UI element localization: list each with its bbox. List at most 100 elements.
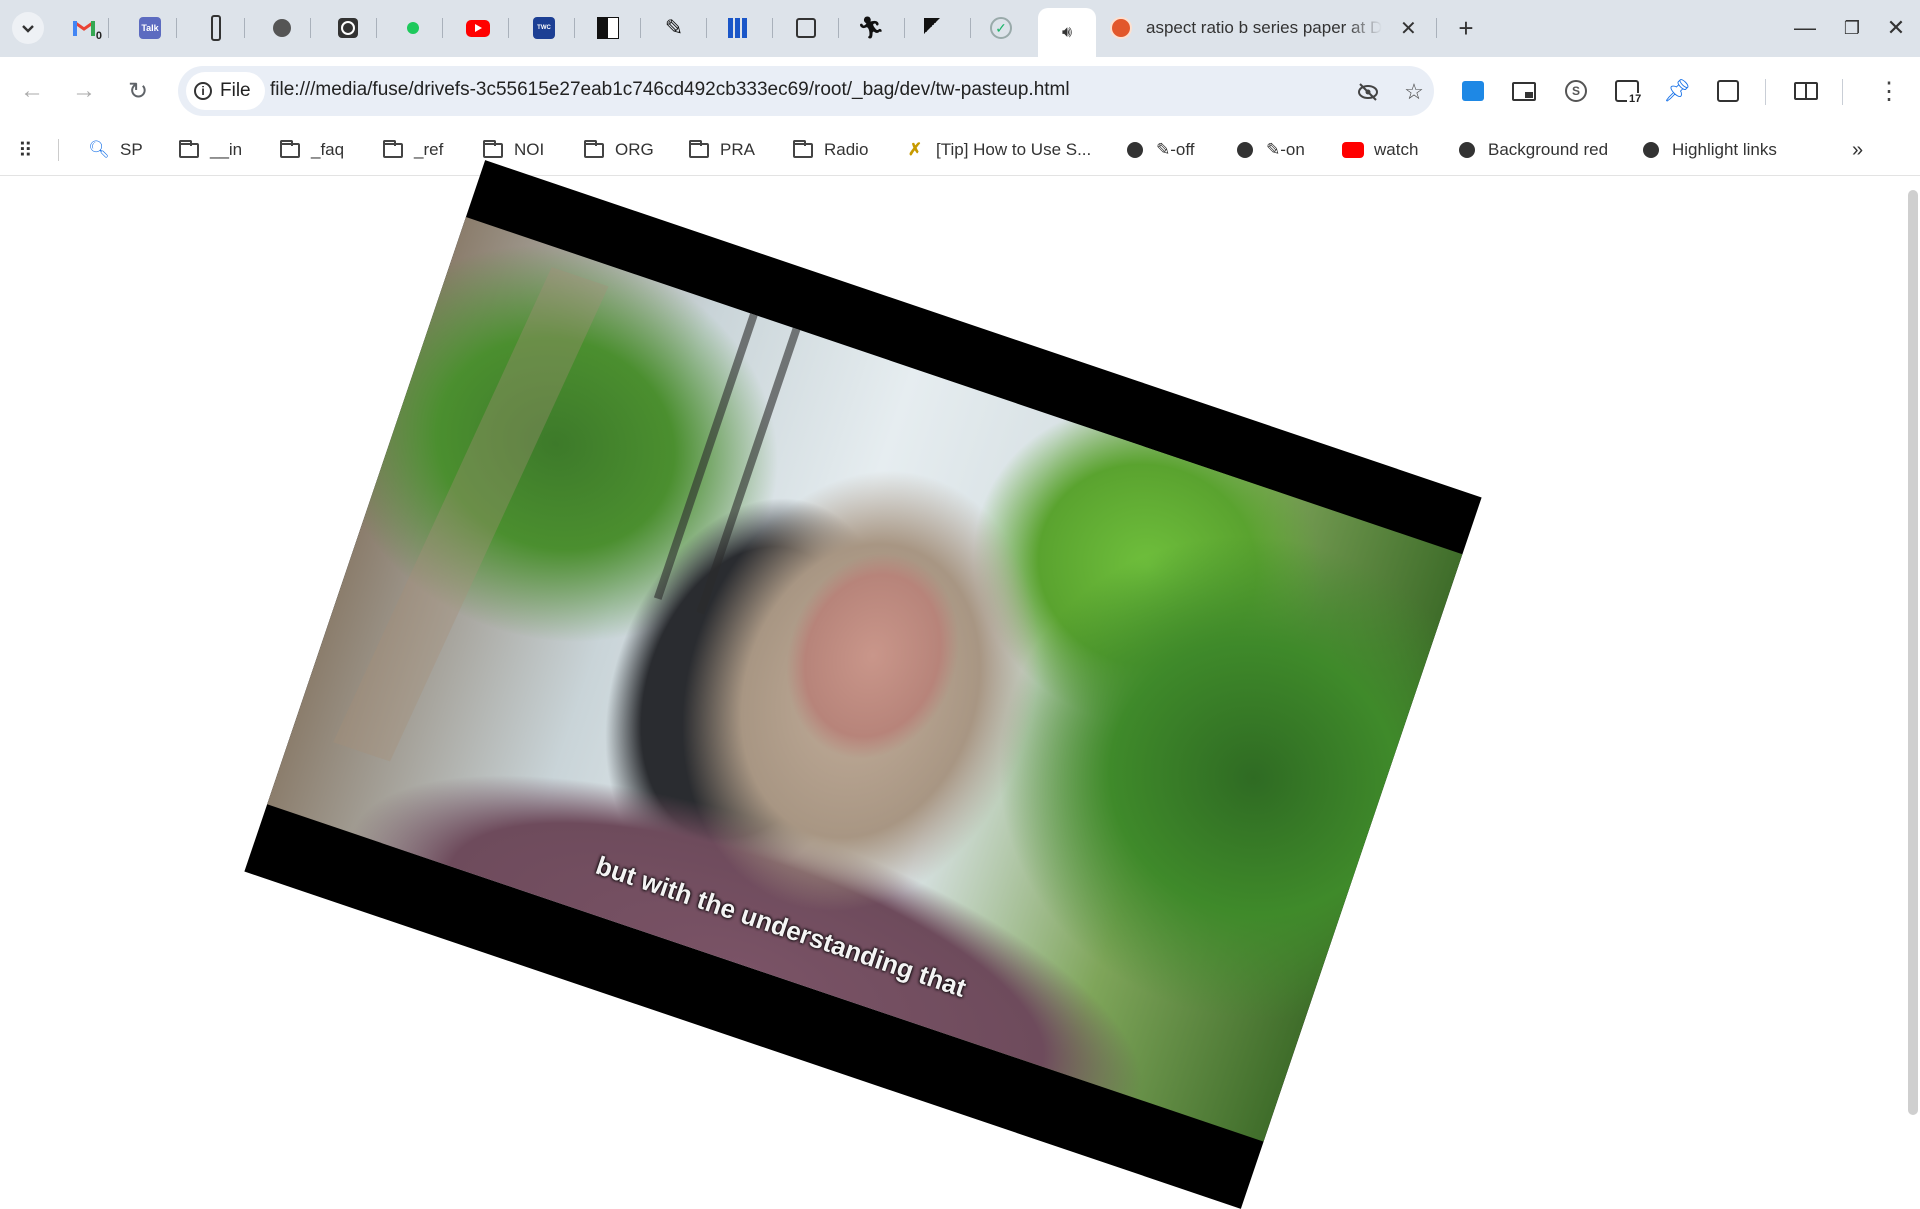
bookmark-label: _faq xyxy=(311,140,345,159)
pinned-tab-weather[interactable]: TWC xyxy=(524,12,564,44)
tab-active[interactable]: aspect ratio b series paper at Du ✕ xyxy=(1110,8,1435,48)
pinned-tab-pen[interactable]: ✎ xyxy=(654,12,694,44)
bookmark-folder-pra[interactable]: PRA xyxy=(688,135,755,165)
bookmark-folder-ref[interactable]: _ref xyxy=(382,135,443,165)
pinned-tab-green[interactable] xyxy=(393,12,433,44)
reload-button[interactable]: ↻ xyxy=(120,73,156,109)
bookmark-label: __in xyxy=(210,140,243,159)
bookmark-label: watch xyxy=(1374,140,1419,159)
video-window-frame xyxy=(653,313,758,600)
search-icon: 🔍︎ xyxy=(88,140,110,159)
pinned-tab-search-copy[interactable] xyxy=(786,12,826,44)
duckduckgo-icon xyxy=(1110,17,1132,39)
url-text[interactable]: file:///media/fuse/drivefs-3c55615e27eab… xyxy=(270,79,1070,101)
pin-extension-icon[interactable]: 📌︎ xyxy=(1661,75,1693,107)
close-window-button[interactable]: ✕ xyxy=(1876,10,1916,46)
tab-separator xyxy=(176,18,177,38)
extensions-puzzle-icon[interactable] xyxy=(1712,75,1744,107)
eye-slash-icon[interactable] xyxy=(1354,78,1382,106)
folder-icon xyxy=(688,139,710,159)
pinned-tab-youtube[interactable] xyxy=(458,12,498,44)
pinned-tab-runner[interactable]: 🏃︎ xyxy=(851,12,891,44)
gmail-icon: 0 xyxy=(72,18,102,42)
pinned-tab-check[interactable]: ✓ xyxy=(981,12,1021,44)
bookmark-label: SP xyxy=(120,140,143,159)
pinned-tab-checker[interactable] xyxy=(588,12,628,44)
reader-extension-icon[interactable] xyxy=(1457,75,1489,107)
weather-channel-icon: TWC xyxy=(533,17,555,39)
tab-separator xyxy=(838,18,839,38)
tab-separator xyxy=(108,18,109,38)
s-extension-icon[interactable]: S xyxy=(1560,75,1592,107)
address-bar[interactable]: i File file:///media/fuse/drivefs-3c5561… xyxy=(178,66,1434,116)
bookmark-folder-noi[interactable]: NOI xyxy=(482,135,544,165)
bookmarks-bar: ⠿ 🔍︎ SP __in _faq _ref NOI ORG PRA Radio … xyxy=(0,125,1920,176)
tab-separator xyxy=(310,18,311,38)
forward-arrow-icon: → xyxy=(72,77,96,104)
tab-separator xyxy=(442,18,443,38)
camera-icon xyxy=(338,18,358,38)
new-tab-button[interactable]: + xyxy=(1450,12,1482,44)
bookmark-pen-off[interactable]: ✎-off xyxy=(1124,135,1195,165)
bookmark-folder-in[interactable]: __in xyxy=(178,135,242,165)
tab-search-button[interactable] xyxy=(12,12,44,44)
vertical-scrollbar[interactable] xyxy=(1908,190,1918,1115)
bookmark-background-red[interactable]: Background red xyxy=(1456,135,1608,165)
tab-separator xyxy=(508,18,509,38)
menu-kebab-icon[interactable]: ⋮ xyxy=(1873,75,1905,107)
back-button[interactable]: ← xyxy=(14,73,50,109)
tab-separator xyxy=(706,18,707,38)
bookmark-label: ORG xyxy=(615,140,654,159)
bookmark-highlight-links[interactable]: Highlight links xyxy=(1640,135,1777,165)
pinned-tab-gmail[interactable]: 0 xyxy=(64,12,104,44)
toolbar-separator xyxy=(1842,79,1843,105)
apps-button[interactable]: ⠿ xyxy=(18,135,33,165)
bookmark-label: ✎-on xyxy=(1266,140,1305,159)
bookmarks-overflow-button[interactable]: » xyxy=(1852,135,1863,165)
video-window-frame xyxy=(696,327,801,615)
bookmark-folder-faq[interactable]: _faq xyxy=(279,135,344,165)
minimize-button[interactable]: — xyxy=(1785,10,1825,46)
tab-audio-playing[interactable]: 🔊︎ xyxy=(1038,8,1096,57)
pinned-tab-camera[interactable] xyxy=(328,12,368,44)
bookmark-label: [Tip] How to Use S... xyxy=(936,140,1092,159)
browser-toolbar: ← → ↻ i File file:///media/fuse/drivefs-… xyxy=(0,57,1920,125)
tab-separator xyxy=(970,18,971,38)
bookmark-label: Radio xyxy=(824,140,869,159)
bookmark-star-icon[interactable]: ☆ xyxy=(1400,78,1428,106)
globe-icon xyxy=(273,19,291,37)
checker-icon xyxy=(597,17,619,39)
bookmark-pen-on[interactable]: ✎-on xyxy=(1234,135,1305,165)
pinned-tab-grid[interactable] xyxy=(718,12,758,44)
tab-separator xyxy=(244,18,245,38)
tool-icon xyxy=(211,15,221,41)
folder-icon xyxy=(178,139,200,159)
gmail-badge: 0 xyxy=(95,30,102,42)
bookmark-folder-org[interactable]: ORG xyxy=(583,135,654,165)
github-icon xyxy=(1124,141,1146,159)
speaker-icon: 🔊︎ xyxy=(1061,23,1073,41)
site-info-chip[interactable]: i File xyxy=(186,72,265,110)
youtube-icon xyxy=(1342,141,1364,159)
double-chevron-right-icon: » xyxy=(1852,138,1864,161)
tab-close-icon[interactable]: ✕ xyxy=(1400,16,1417,41)
pinned-tab-talk[interactable]: Talk xyxy=(130,12,170,44)
folder-icon xyxy=(792,139,814,159)
pinned-tab-tool[interactable] xyxy=(196,12,236,44)
bookmark-label: Background red xyxy=(1488,140,1609,159)
picture-in-picture-icon[interactable] xyxy=(1508,75,1540,107)
bookmark-label: PRA xyxy=(720,140,755,159)
bookmark-sp[interactable]: 🔍︎ SP xyxy=(88,135,143,165)
info-icon: i xyxy=(194,82,212,100)
check-circle-icon: ✓ xyxy=(990,17,1012,39)
pinned-tab-worker[interactable] xyxy=(914,12,954,44)
reading-list-icon[interactable] xyxy=(1790,75,1822,107)
back-arrow-icon: ← xyxy=(20,77,44,104)
restore-button[interactable]: ❐ xyxy=(1832,10,1872,46)
forward-button[interactable]: → xyxy=(66,73,102,109)
bookmark-tip[interactable]: ✗ [Tip] How to Use S... xyxy=(904,135,1091,165)
bookmark-watch[interactable]: watch xyxy=(1342,135,1418,165)
calendar-extension-icon[interactable]: 17 xyxy=(1611,75,1644,107)
pinned-tab-globe[interactable] xyxy=(262,12,302,44)
bookmark-folder-radio[interactable]: Radio xyxy=(792,135,868,165)
